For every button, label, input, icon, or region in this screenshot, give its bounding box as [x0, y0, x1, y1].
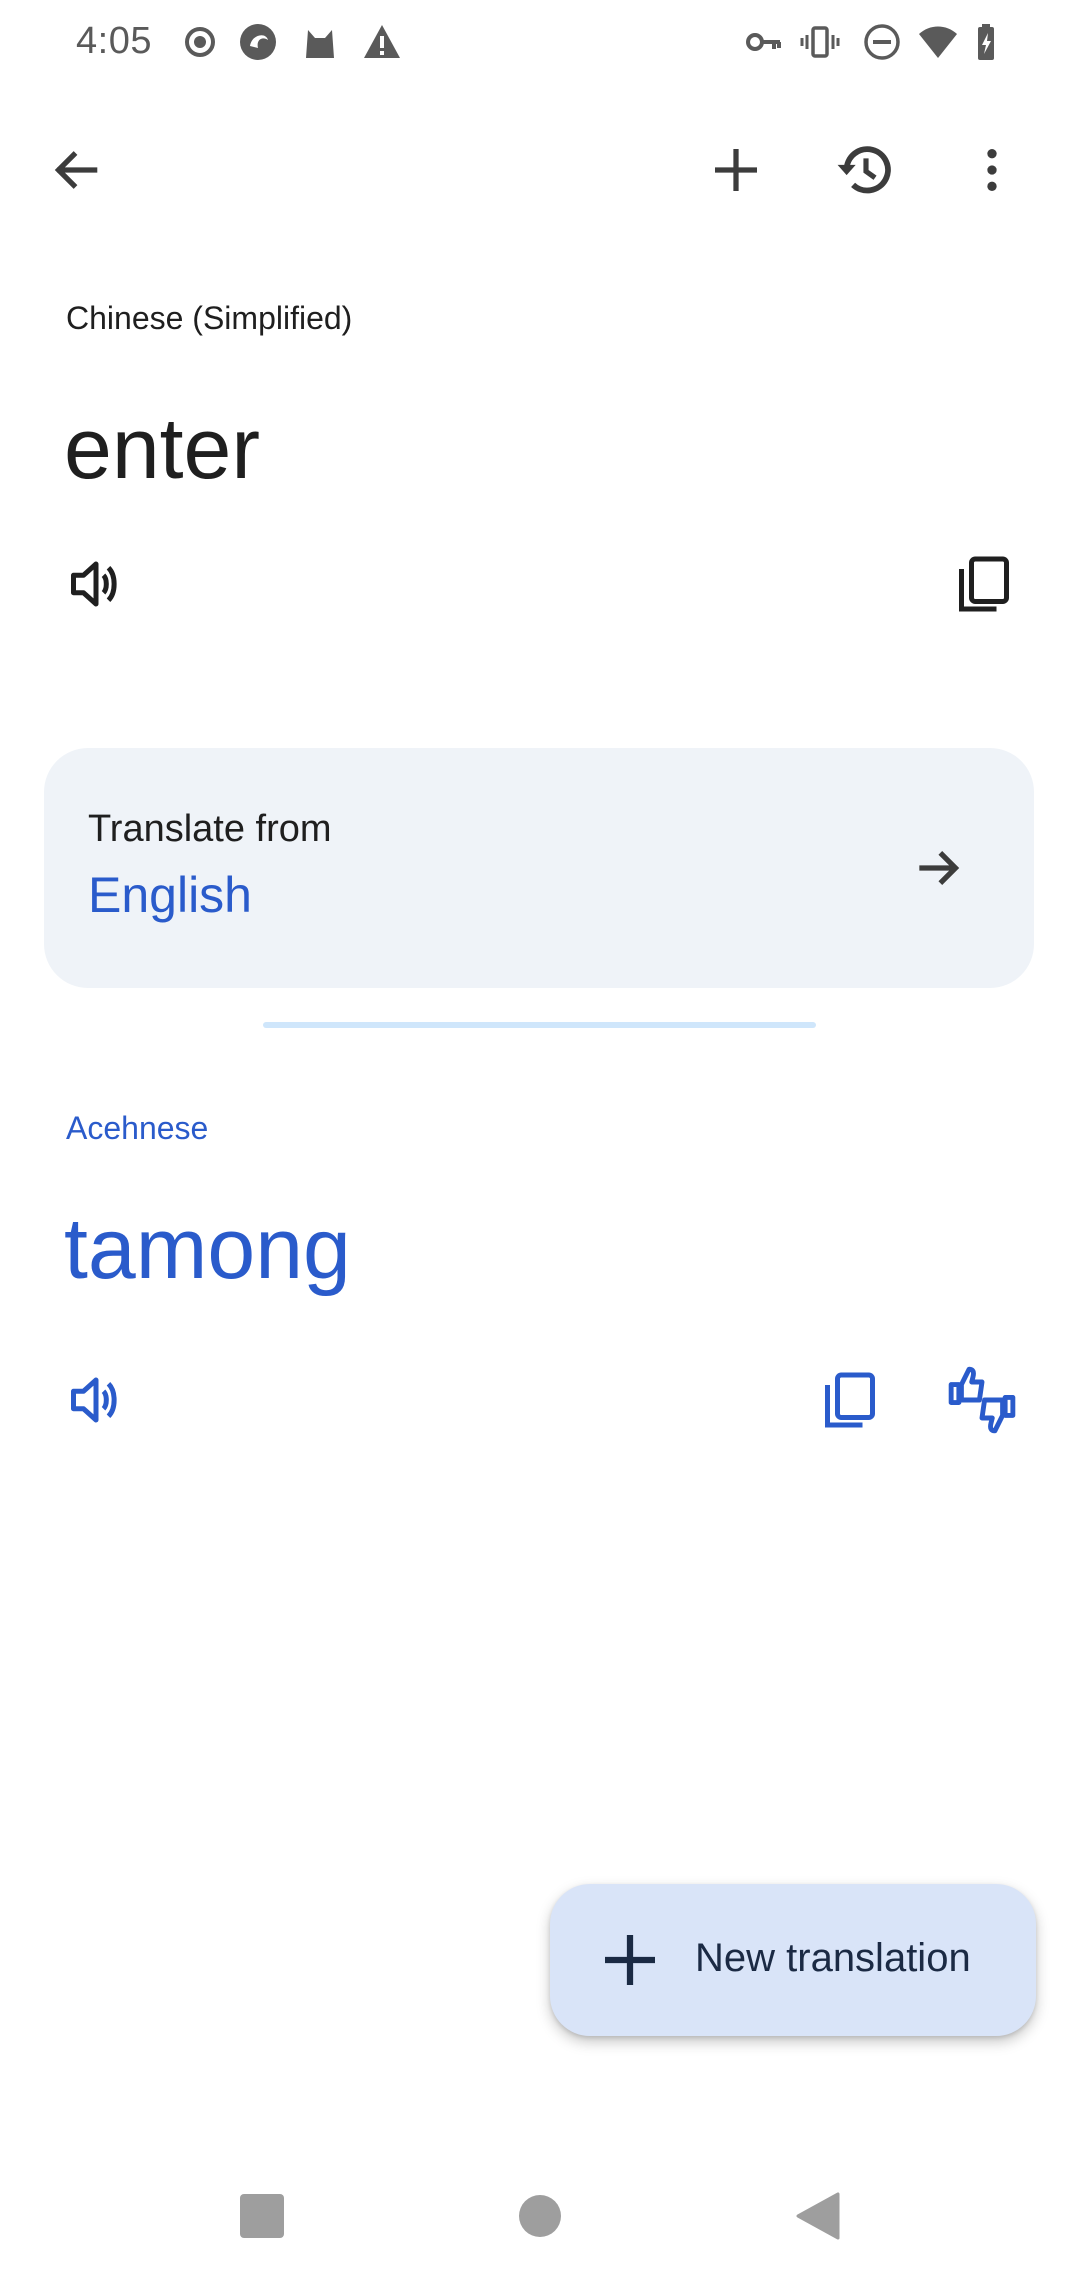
source-text: enter [64, 401, 261, 497]
copy-icon [959, 556, 1009, 612]
source-copy-button[interactable] [936, 536, 1032, 632]
vpn-key-icon [744, 22, 784, 62]
translate-from-label: Translate from [88, 808, 332, 850]
wifi-icon [918, 22, 958, 62]
triangle-back-icon [796, 2192, 840, 2240]
dnd-icon [862, 22, 902, 62]
arrow-forward-icon [890, 820, 986, 916]
new-translation-label: New translation [695, 1936, 971, 1980]
thumbs-up-down-icon [948, 1366, 1016, 1434]
target-speak-button[interactable] [48, 1352, 144, 1448]
copy-icon [825, 1372, 875, 1428]
plus-icon [715, 149, 757, 191]
vibrate-icon [800, 22, 840, 62]
history-button[interactable] [818, 122, 914, 218]
arrow-back-icon [54, 151, 98, 189]
battery-icon [970, 22, 1010, 62]
translated-text: tamong [64, 1201, 351, 1297]
new-translation-button[interactable]: New translation [550, 1884, 1036, 2036]
translate-from-language: English [88, 867, 252, 923]
divider [263, 1022, 816, 1028]
back-button[interactable] [28, 122, 124, 218]
add-button[interactable] [688, 122, 784, 218]
source-speak-button[interactable] [48, 536, 144, 632]
volume-icon [71, 1377, 117, 1423]
app-icon [238, 22, 278, 62]
circle-icon [519, 2195, 561, 2237]
warning-icon [362, 22, 402, 62]
history-icon [837, 146, 891, 194]
more-options-button[interactable] [944, 122, 1040, 218]
square-icon [240, 2194, 284, 2238]
back-nav-button[interactable] [778, 2176, 858, 2256]
status-time: 4:05 [76, 20, 152, 62]
plus-icon [605, 1935, 655, 1985]
source-language-label: Chinese (Simplified) [66, 300, 353, 336]
target-copy-button[interactable] [802, 1352, 898, 1448]
more-vert-icon [987, 149, 997, 191]
recents-button[interactable] [222, 2176, 302, 2256]
home-button[interactable] [500, 2176, 580, 2256]
record-icon [180, 22, 220, 62]
cat-icon [300, 22, 340, 62]
volume-icon [71, 561, 117, 607]
rate-translation-button[interactable] [934, 1352, 1030, 1448]
translate-from-card[interactable]: Translate from English [44, 748, 1034, 988]
target-language-label: Acehnese [66, 1110, 209, 1146]
status-bar: 4:05 [0, 0, 1080, 90]
